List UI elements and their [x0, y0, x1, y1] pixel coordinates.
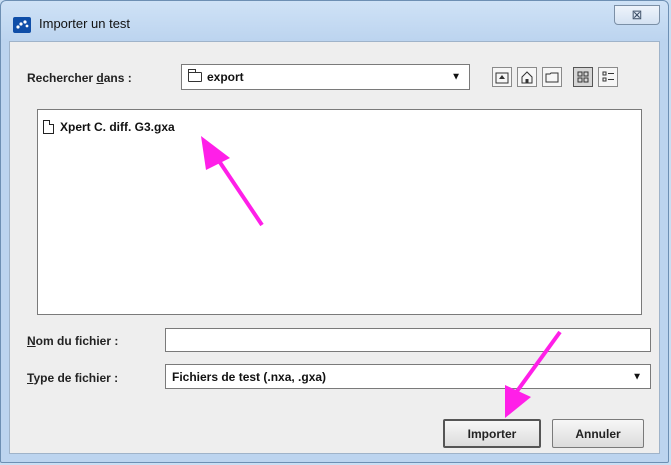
annotation-arrow-file: [201, 136, 264, 227]
annotation-arrow-import: [505, 330, 562, 418]
annotation-arrows: [201, 136, 562, 418]
